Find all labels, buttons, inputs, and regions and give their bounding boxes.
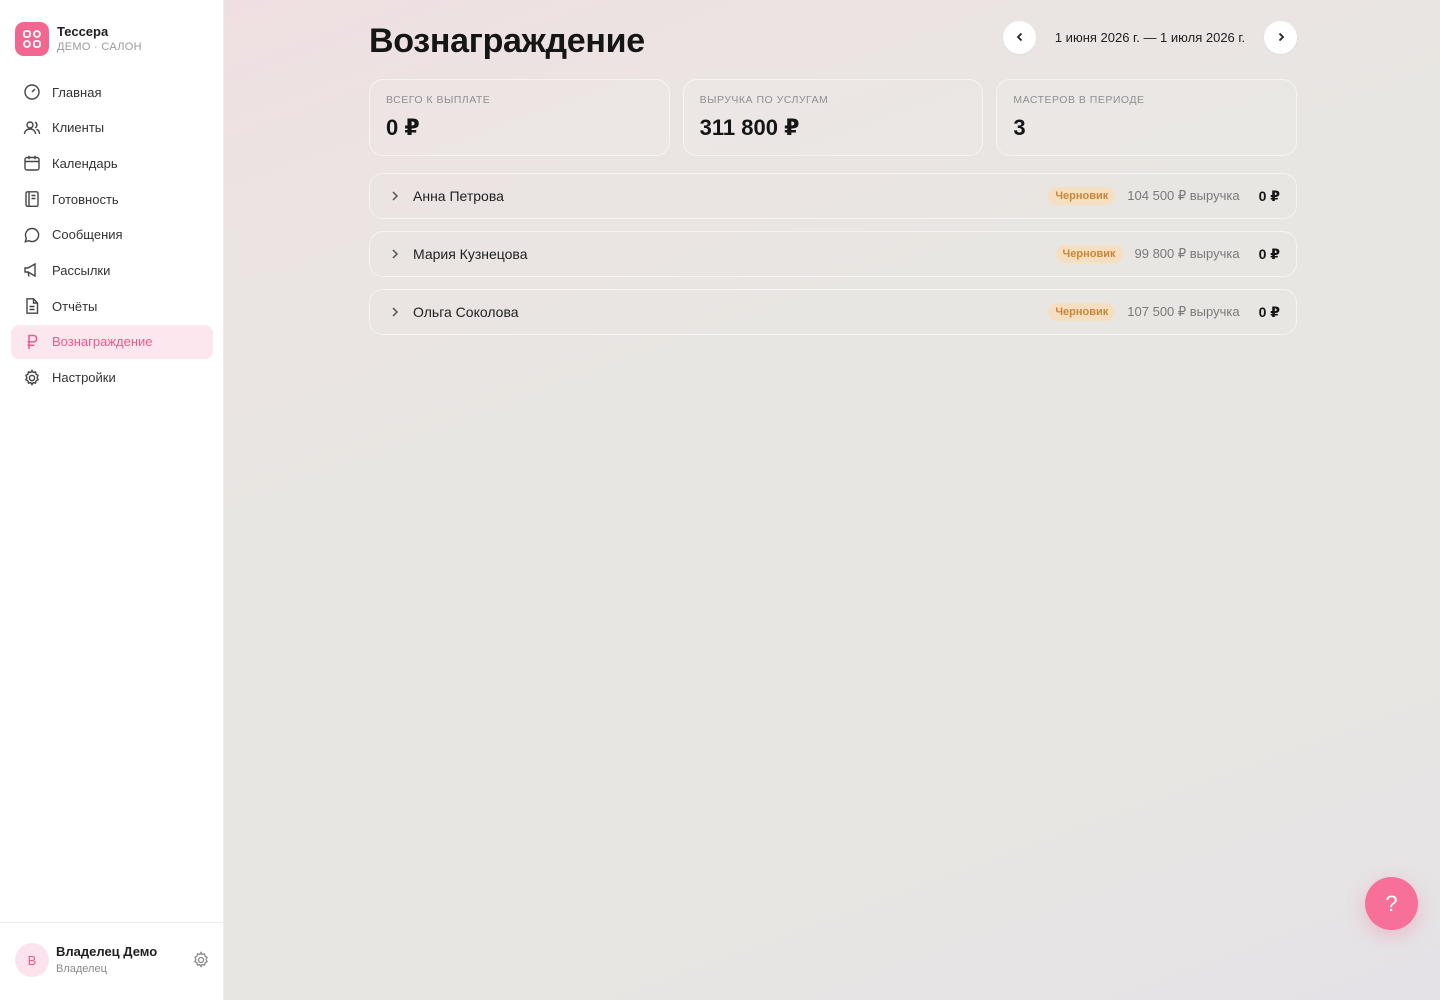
sidebar-item-label: Отчёты (52, 298, 98, 314)
sidebar-item-mailings[interactable]: Рассылки (11, 253, 213, 287)
megaphone-icon (24, 263, 36, 278)
status-badge: Черновик (1048, 303, 1116, 321)
sidebar-item-label: Вознаграждение (52, 334, 153, 350)
chevron-right-icon[interactable] (388, 247, 402, 261)
report-icon (26, 298, 39, 315)
brand[interactable]: Тессера ДЕМО · САЛОН (15, 22, 142, 56)
master-payout: 0 ₽ (1258, 303, 1280, 320)
avatar[interactable]: В (15, 943, 49, 977)
period-switcher: 1 июня 2026 г. — 1 июля 2026 г. (1003, 20, 1297, 54)
help-button[interactable]: ? (1365, 877, 1418, 930)
stat-card-service-revenue: ВЫРУЧКА ПО УСЛУГАМ 311 800 ₽ (682, 79, 984, 156)
gauge-icon (24, 84, 40, 100)
sidebar-item-reports[interactable]: Отчёты (11, 289, 213, 323)
master-payout: 0 ₽ (1258, 245, 1280, 262)
users-icon (23, 120, 41, 134)
brand-title: Тессера (57, 23, 109, 39)
stat-value: 311 800 ₽ (699, 115, 800, 140)
sidebar-item-label: Клиенты (52, 120, 105, 136)
status-badge: Черновик (1055, 245, 1123, 263)
sidebar: Тессера ДЕМО · САЛОН Главная Клиенты Кал… (0, 0, 224, 1000)
app-logo-icon (15, 22, 49, 56)
master-row[interactable]: Мария Кузнецова Черновик 99 800 ₽ выручк… (369, 231, 1297, 277)
chevron-right-icon[interactable] (388, 189, 402, 203)
stat-label: МАСТЕРОВ В ПЕРИОДЕ (1013, 94, 1145, 106)
sidebar-item-label: Готовность (52, 191, 119, 207)
stat-card-total-payout: ВСЕГО К ВЫПЛАТЕ 0 ₽ (369, 79, 670, 156)
status-badge: Черновик (1048, 187, 1116, 205)
chevron-right-icon (1278, 32, 1284, 42)
message-icon (24, 227, 40, 243)
sidebar-item-label: Главная (52, 84, 102, 100)
master-revenue: 107 500 ₽ выручка (1127, 304, 1240, 319)
master-payout: 0 ₽ (1258, 187, 1280, 204)
sidebar-item-clients[interactable]: Клиенты (11, 111, 213, 145)
notebook-icon (25, 191, 39, 208)
ruble-icon (27, 334, 38, 349)
sidebar-item-label: Рассылки (52, 262, 111, 278)
next-period-button[interactable] (1264, 20, 1297, 54)
masters-list: Анна Петрова Черновик 104 500 ₽ выручка … (369, 173, 1297, 347)
user-role: Владелец (56, 963, 107, 975)
master-name: Анна Петрова (413, 188, 504, 204)
stats-cards: ВСЕГО К ВЫПЛАТЕ 0 ₽ ВЫРУЧКА ПО УСЛУГАМ 3… (369, 79, 1298, 156)
sidebar-item-messages[interactable]: Сообщения (11, 218, 213, 252)
master-revenue: 104 500 ₽ выручка (1127, 188, 1240, 203)
brand-subtitle: ДЕМО · САЛОН (57, 40, 142, 53)
gear-icon (24, 368, 40, 386)
stat-value: 3 (1013, 115, 1026, 140)
master-name: Мария Кузнецова (413, 246, 528, 262)
stat-card-masters-count: МАСТЕРОВ В ПЕРИОДЕ 3 (996, 79, 1298, 156)
sidebar-item-label: Настройки (52, 370, 116, 385)
master-name: Ольга Соколова (413, 304, 519, 320)
user-name: Владелец Демо (56, 944, 158, 959)
sidebar-item-calendar[interactable]: Календарь (11, 146, 213, 180)
sidebar-nav: Главная Клиенты Календарь Готовность Соо… (11, 75, 213, 396)
user-settings-gear-icon[interactable] (192, 951, 210, 969)
stat-value: 0 ₽ (386, 115, 420, 140)
sidebar-item-rewards[interactable]: Вознаграждение (11, 324, 213, 359)
user-panel: В Владелец Демо Владелец (0, 922, 224, 1000)
stat-label: ВСЕГО К ВЫПЛАТЕ (386, 94, 491, 106)
master-revenue: 99 800 ₽ выручка (1134, 246, 1240, 261)
sidebar-item-label: Календарь (52, 155, 118, 171)
main-content: Вознаграждение 1 июня 2026 г. — 1 июля 2… (225, 0, 1440, 1000)
page-title: Вознаграждение (369, 22, 645, 60)
calendar-icon (24, 156, 40, 172)
stat-label: ВЫРУЧКА ПО УСЛУГАМ (699, 94, 829, 106)
sidebar-item-home[interactable]: Главная (11, 75, 213, 109)
master-row[interactable]: Ольга Соколова Черновик 107 500 ₽ выручк… (369, 289, 1297, 335)
previous-period-button[interactable] (1003, 20, 1036, 54)
master-row[interactable]: Анна Петрова Черновик 104 500 ₽ выручка … (369, 173, 1297, 219)
sidebar-item-settings[interactable]: Настройки (11, 361, 213, 395)
chevron-right-icon[interactable] (388, 305, 402, 319)
sidebar-item-label: Сообщения (52, 227, 123, 243)
sidebar-item-readiness[interactable]: Готовность (11, 182, 213, 216)
chevron-left-icon (1016, 32, 1022, 42)
period-label: 1 июня 2026 г. — 1 июля 2026 г. (1054, 29, 1246, 45)
